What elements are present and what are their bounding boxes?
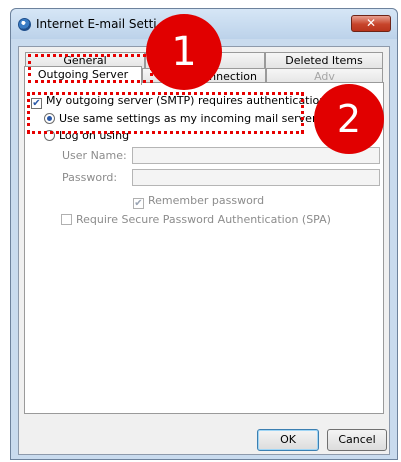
spa-label: Require Secure Password Authentication (…: [76, 213, 331, 226]
step-1-badge: 1: [146, 14, 222, 90]
checkbox-icon: [61, 214, 72, 225]
tab-deleted-items-label: Deleted Items: [285, 54, 363, 67]
step-2-badge: 2: [314, 84, 384, 154]
spa-checkbox[interactable]: Require Secure Password Authentication (…: [61, 213, 331, 226]
remember-password-checkbox[interactable]: ✔ Remember password: [133, 194, 264, 209]
close-icon: ✕: [365, 16, 377, 30]
authentication-options-highlight: [27, 92, 304, 134]
cancel-button[interactable]: Cancel: [327, 429, 387, 451]
ok-button[interactable]: OK: [257, 429, 319, 451]
remember-password-label: Remember password: [148, 194, 265, 207]
check-icon: ✔: [133, 198, 144, 209]
window-title: Internet E-mail Setti: [36, 17, 157, 31]
app-icon: [18, 18, 31, 31]
tab-deleted-items[interactable]: Deleted Items: [265, 52, 383, 69]
password-label: Password:: [62, 171, 118, 184]
user-name-label: User Name:: [62, 149, 127, 162]
password-field[interactable]: [132, 169, 380, 186]
close-button[interactable]: ✕: [351, 15, 391, 32]
outgoing-server-tab-highlight: [28, 54, 153, 83]
